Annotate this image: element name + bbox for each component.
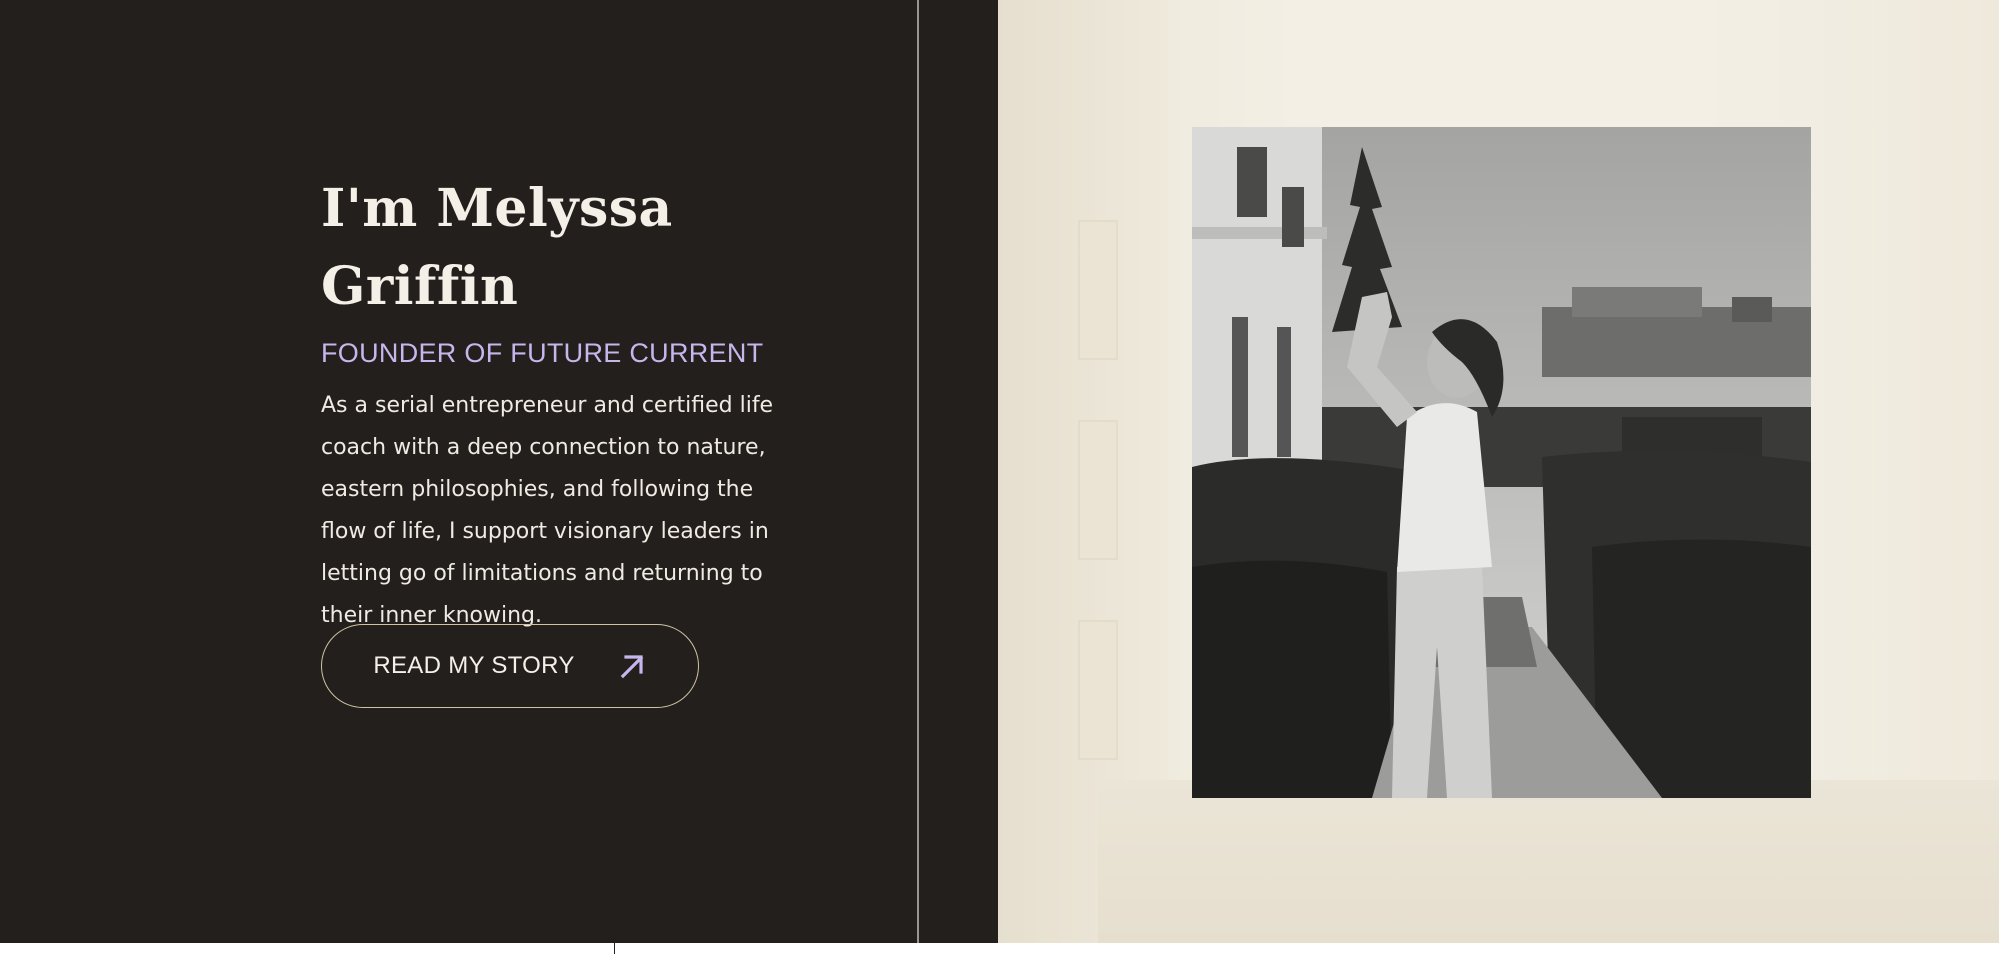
hero-section: I'm Melyssa Griffin FOUNDER OF FUTURE CU…	[0, 0, 1999, 943]
dark-panel: I'm Melyssa Griffin FOUNDER OF FUTURE CU…	[0, 0, 998, 943]
portrait-photo-illustration	[1192, 127, 1811, 798]
portrait-photo	[1192, 127, 1811, 798]
background-hedge	[1098, 780, 1999, 943]
background-window	[1078, 220, 1118, 360]
background-window	[1078, 620, 1118, 760]
read-my-story-button[interactable]: READ MY STORY	[321, 624, 699, 708]
read-my-story-label: READ MY STORY	[373, 652, 575, 679]
hero-bio: As a serial entrepreneur and certified l…	[321, 393, 774, 628]
vertical-divider	[917, 0, 919, 943]
background-window	[1078, 420, 1118, 560]
hero-subtitle: FOUNDER OF FUTURE CURRENT	[321, 338, 764, 368]
bottom-divider-tick	[614, 943, 615, 954]
intro-block: I'm Melyssa Griffin FOUNDER OF FUTURE CU…	[321, 170, 841, 637]
arrow-up-right-icon	[620, 655, 643, 679]
hero-title: I'm Melyssa Griffin	[321, 178, 673, 317]
